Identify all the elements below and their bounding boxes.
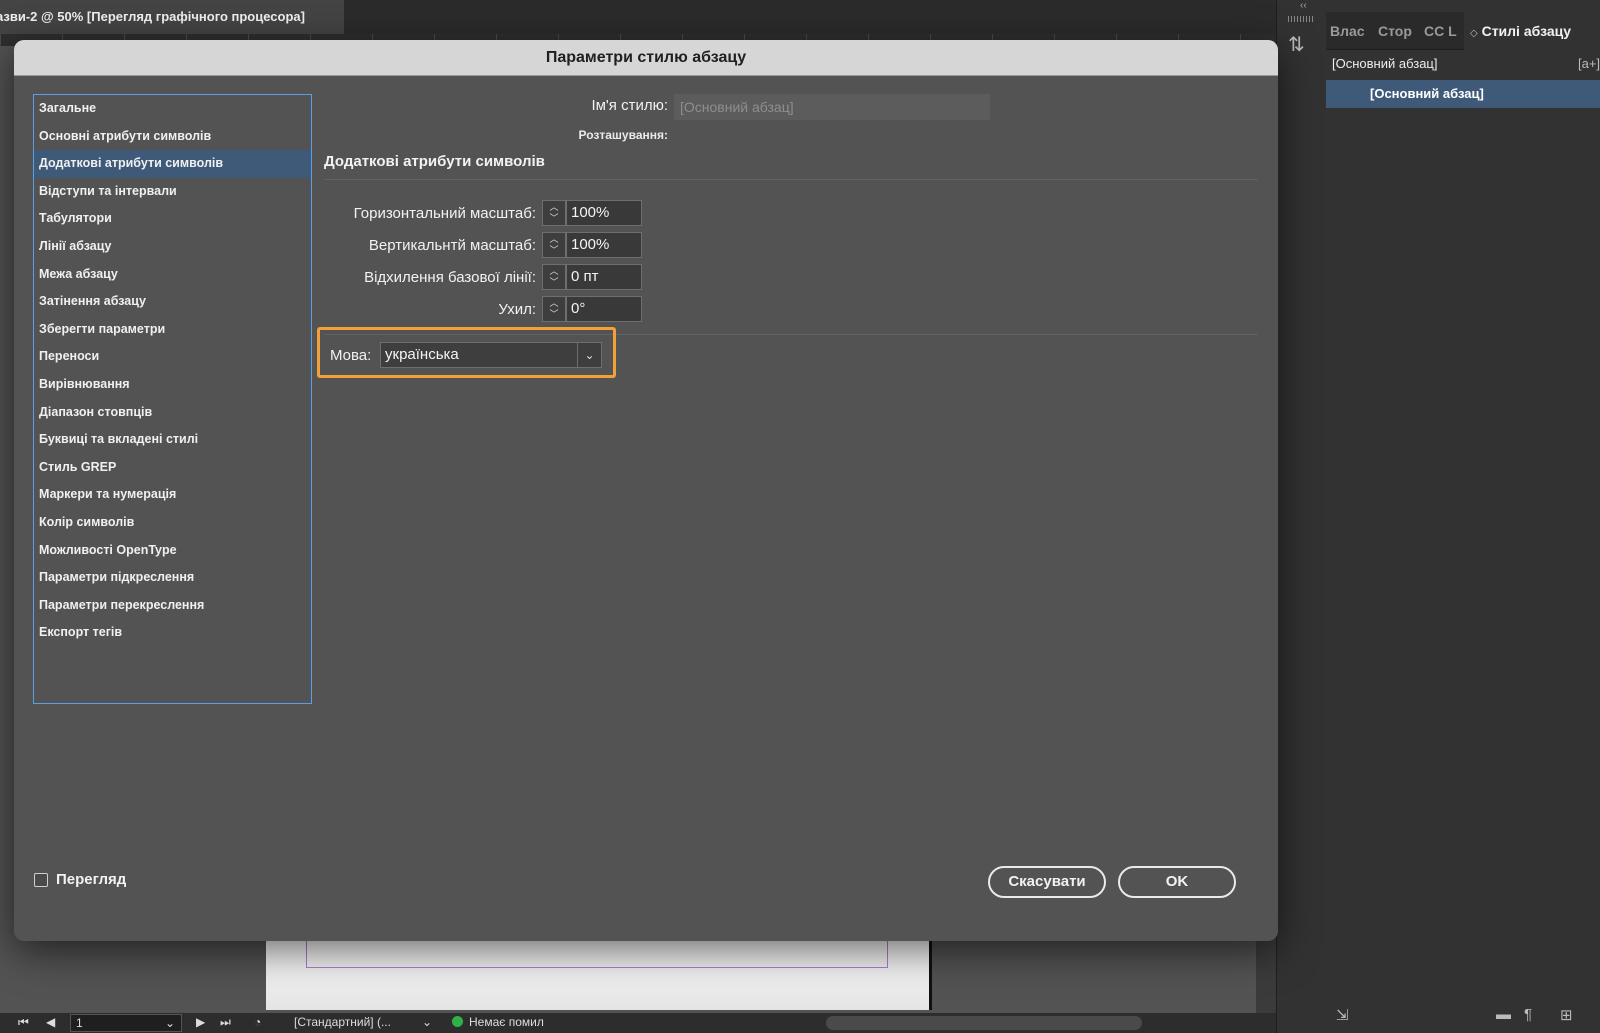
tab-pages[interactable]: Стор <box>1378 12 1418 50</box>
horizontal-scrollbar[interactable] <box>826 1016 1142 1030</box>
category-item-export-tagging[interactable]: Експорт тегів <box>34 619 311 647</box>
ok-button[interactable]: OK <box>1118 866 1236 898</box>
style-list-item[interactable]: [Основний абзац] <box>1326 80 1600 108</box>
paragraph-styles-panel: Влас Стор CC L ◇ Стилі абзацу [Основний … <box>1326 0 1600 1033</box>
language-label: Мова: <box>330 347 372 364</box>
skew-stepper[interactable]: ︿ ﹀ <box>542 296 566 322</box>
category-item-strikethrough[interactable]: Параметри перекреслення <box>34 592 311 620</box>
vertical-scale-input[interactable]: 100% <box>566 232 642 258</box>
preflight-status-text: Немає помил <box>469 1015 544 1029</box>
document-tab-bar: азви-2 @ 50% [Перегляд графічного процес… <box>0 0 1276 34</box>
skew-input[interactable]: 0° <box>566 296 642 322</box>
category-item-span-columns[interactable]: Діапазон стовпців <box>34 399 311 427</box>
category-item-grep-style[interactable]: Стиль GREP <box>34 454 311 482</box>
category-item-paragraph-border[interactable]: Межа абзацу <box>34 261 311 289</box>
dialog-title: Параметри стилю абзацу <box>545 49 747 66</box>
tab-paragraph-styles-label: Стилі абзацу <box>1481 23 1572 39</box>
folder-icon[interactable]: ▬ <box>1496 1006 1511 1023</box>
preflight-icon[interactable]: ◔ <box>254 1015 261 1029</box>
language-value: українська <box>385 346 459 363</box>
next-page-icon[interactable]: ▶ <box>196 1015 205 1029</box>
tab-properties[interactable]: Влас <box>1330 12 1372 50</box>
baseline-shift-stepper[interactable]: ︿ ﹀ <box>542 264 566 290</box>
collapse-panels-icon[interactable]: ‹‹ <box>1300 0 1307 11</box>
page-dropdown-icon[interactable]: ⌄ <box>165 1015 175 1031</box>
cancel-button[interactable]: Скасувати <box>988 866 1106 898</box>
preflight-status[interactable]: Немає помил <box>452 1015 544 1029</box>
current-style-label: [Основний абзац] <box>1332 56 1438 71</box>
category-item-drop-caps[interactable]: Буквиці та вкладені стилі <box>34 426 311 454</box>
category-item-keep-options[interactable]: Зберегти параметри <box>34 316 311 344</box>
category-item-underline[interactable]: Параметри підкреслення <box>34 564 311 592</box>
page-number-field[interactable]: 1 ⌄ <box>70 1014 182 1032</box>
section-title: Додаткові атрибути символів <box>324 153 545 170</box>
horizontal-scale-input[interactable]: 100% <box>566 200 642 226</box>
status-ok-icon <box>452 1016 463 1027</box>
paragraph-style-options-dialog: Параметри стилю абзацу Загальне Основні … <box>14 40 1278 941</box>
baseline-shift-input[interactable]: 0 пт <box>566 264 642 290</box>
tab-toggle-icon: ◇ <box>1470 28 1478 39</box>
profile-dropdown-icon[interactable]: ⌄ <box>422 1015 432 1029</box>
add-style-icon[interactable]: ⊞ <box>1560 1006 1573 1024</box>
new-style-icon[interactable]: [a+] <box>1578 56 1600 71</box>
category-item-paragraph-shading[interactable]: Затінення абзацу <box>34 288 311 316</box>
language-select[interactable]: українська ⌄ <box>380 342 602 368</box>
style-name-label: Ім'я стилю: <box>591 97 668 114</box>
category-item-hyphenation[interactable]: Переноси <box>34 343 311 371</box>
section-divider <box>324 179 1258 180</box>
horizontal-scale-label: Горизонтальний масштаб: <box>353 205 536 222</box>
category-item-character-color[interactable]: Колір символів <box>34 509 311 537</box>
baseline-shift-label: Відхилення базової лінії: <box>364 269 536 286</box>
side-toolbar <box>1276 0 1326 1033</box>
clear-overrides-icon[interactable]: ¶ <box>1524 1006 1532 1023</box>
style-name-input[interactable]: [Основний абзац] <box>674 94 990 120</box>
category-item-advanced-character[interactable]: Додаткові атрибути символів <box>34 150 311 178</box>
preview-label: Перегляд <box>56 871 127 888</box>
category-item-bullets-numbering[interactable]: Маркери та нумерація <box>34 481 311 509</box>
chevron-down-icon[interactable]: ⌄ <box>577 343 601 367</box>
preview-checkbox[interactable] <box>34 873 48 887</box>
vertical-scale-label: Вертикальнтй масштаб: <box>368 237 536 254</box>
category-item-basic-character[interactable]: Основні атрибути символів <box>34 123 311 151</box>
horizontal-scale-stepper[interactable]: ︿ ﹀ <box>542 200 566 226</box>
document-page <box>266 930 932 1010</box>
location-label: Розташування: <box>578 128 668 142</box>
preflight-profile[interactable]: [Стандартний] (... <box>294 1015 391 1029</box>
category-item-general[interactable]: Загальне <box>34 95 311 123</box>
category-list: Загальне Основні атрибути символів Додат… <box>33 94 312 704</box>
previous-page-icon[interactable]: ◀ <box>46 1015 55 1029</box>
category-item-opentype[interactable]: Можливості OpenType <box>34 537 311 565</box>
category-item-paragraph-rules[interactable]: Лінії абзацу <box>34 233 311 261</box>
panel-footer: ⇲ ▬ ¶ ⊞ <box>1326 1000 1600 1033</box>
category-item-tabs[interactable]: Табулятори <box>34 205 311 233</box>
load-styles-icon[interactable]: ⇲ <box>1336 1006 1349 1024</box>
first-page-icon[interactable]: ⏮ <box>18 1015 29 1030</box>
page-number: 1 <box>76 1016 83 1030</box>
vertical-scale-stepper[interactable]: ︿ ﹀ <box>542 232 566 258</box>
panel-tabs: Влас Стор CC L ◇ Стилі абзацу <box>1326 12 1600 50</box>
category-item-indents-spacing[interactable]: Відступи та інтервали <box>34 178 311 206</box>
tab-paragraph-styles[interactable]: ◇ Стилі абзацу <box>1464 12 1600 50</box>
last-page-icon[interactable]: ⏭ <box>220 1015 231 1030</box>
status-bar: ⏮ ◀ 1 ⌄ ▶ ⏭ ◔ [Стандартний] (... ⌄ Немає… <box>0 1013 1276 1033</box>
category-item-justification[interactable]: Вирівнювання <box>34 371 311 399</box>
tab-cc-libraries[interactable]: CC L <box>1424 12 1460 50</box>
document-tab[interactable]: азви-2 @ 50% [Перегляд графічного процес… <box>0 0 344 34</box>
dialog-titlebar[interactable]: Параметри стилю абзацу <box>14 40 1278 76</box>
toolbar-grip-icon[interactable] <box>1288 16 1314 22</box>
paragraph-styles-panel-icon[interactable]: ⇅ <box>1288 32 1305 57</box>
skew-label: Ухил: <box>498 301 536 318</box>
